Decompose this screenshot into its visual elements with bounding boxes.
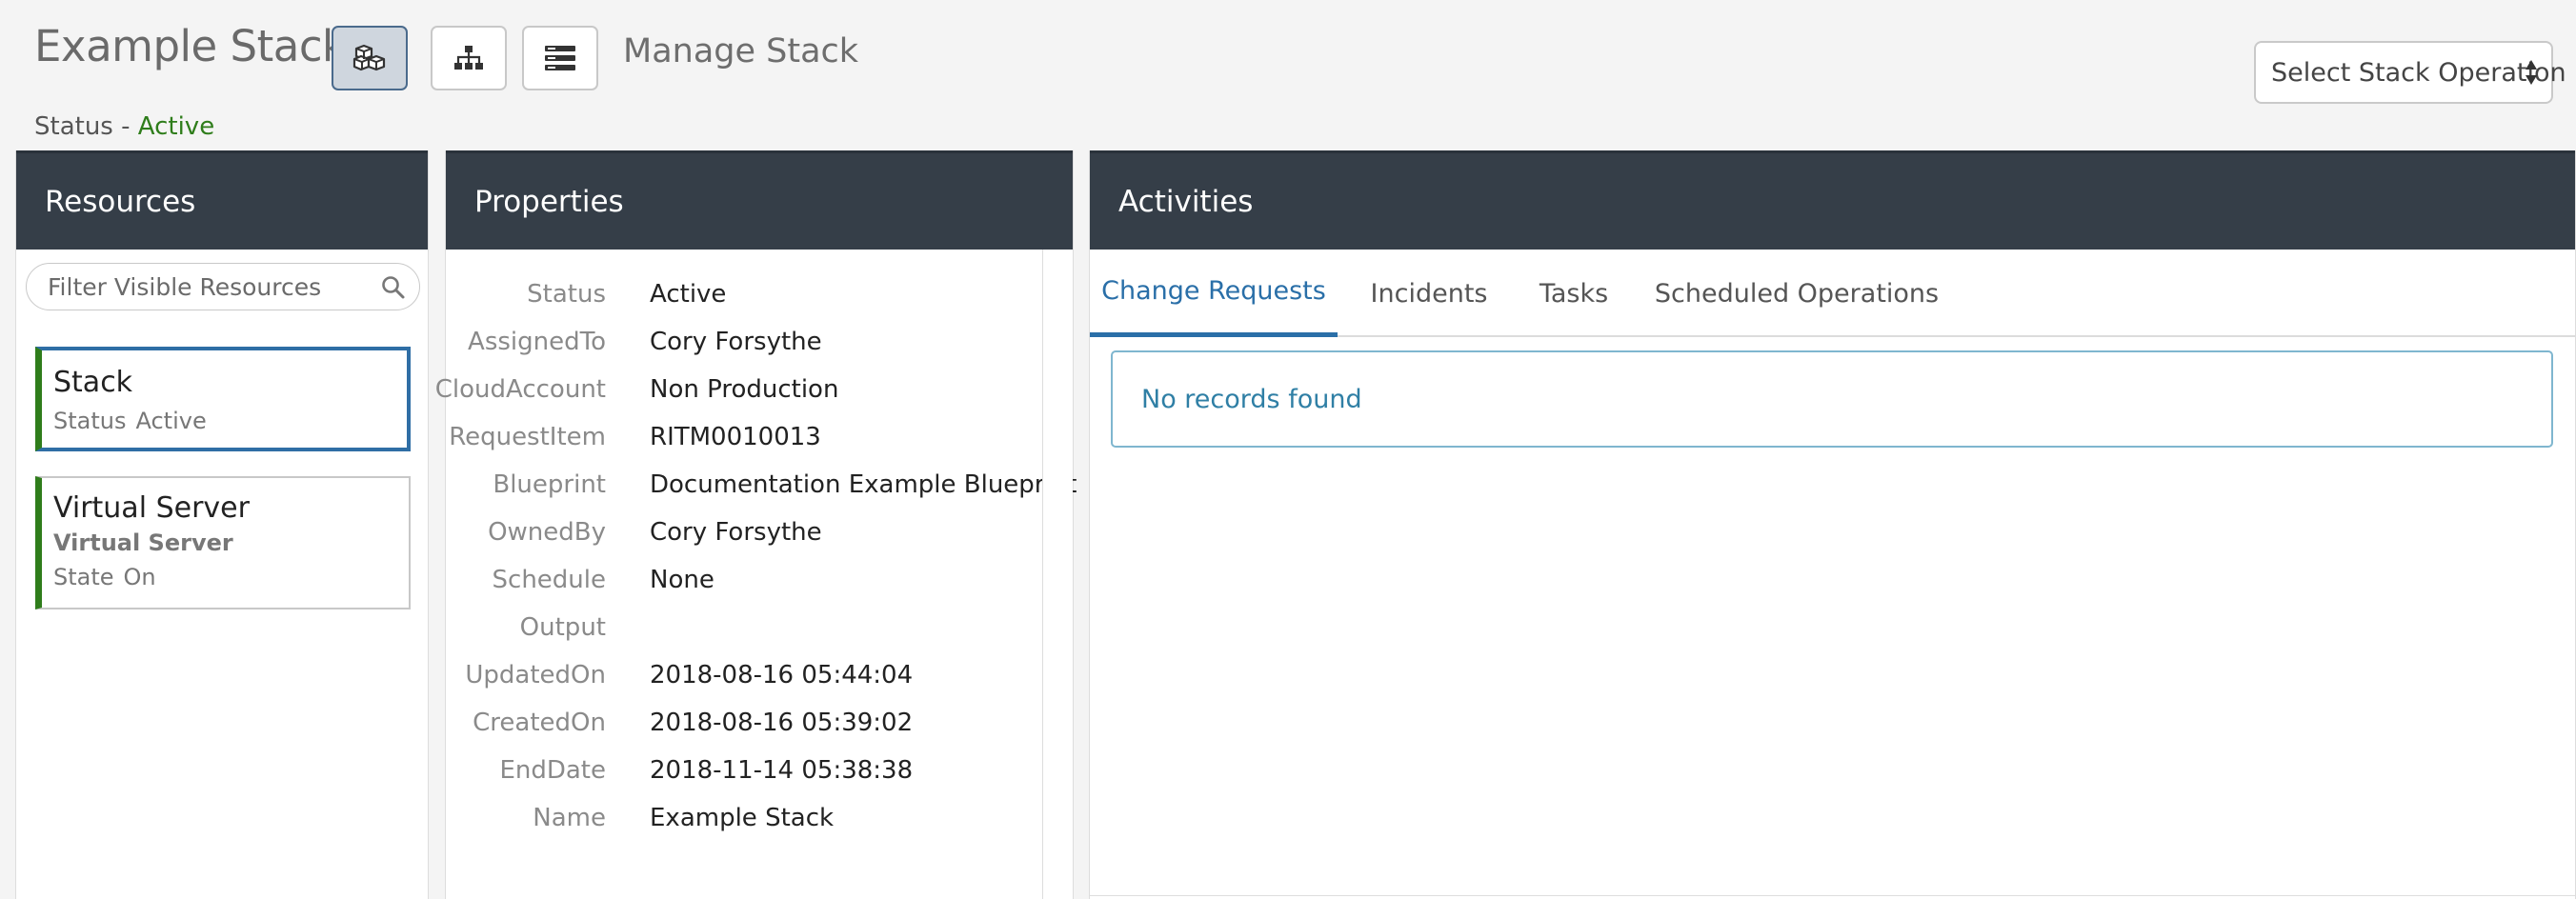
properties-panel-title: Properties [446, 150, 1073, 250]
tab-scheduled-operations[interactable]: Scheduled Operations [1644, 250, 1949, 337]
resource-card-virtual-server[interactable]: Virtual Server Virtual Server State On [35, 476, 411, 609]
list-icon [545, 46, 575, 70]
activities-tabs: Change Requests Incidents Tasks Schedule… [1090, 250, 2575, 337]
property-row-output: Output [446, 613, 1056, 661]
stack-operation-select[interactable]: Select Stack Operation [2254, 41, 2566, 104]
activities-panel-title: Activities [1090, 150, 2575, 250]
property-row-status: Status Active [446, 280, 1056, 328]
property-value: Documentation Example Blueprint [650, 470, 1077, 499]
property-value: None [650, 566, 714, 594]
resource-meta-value: Active [135, 408, 207, 434]
property-row-createdon: CreatedOn 2018-08-16 05:39:02 [446, 709, 1056, 756]
property-row-blueprint: Blueprint Documentation Example Blueprint [446, 470, 1077, 518]
property-value: Non Production [650, 375, 839, 404]
page-header: Example Stack Manage Stack Status - Acti… [0, 0, 2576, 150]
property-value: 2018-08-16 05:44:04 [650, 661, 914, 689]
property-row-name: Name Example Stack [446, 804, 1056, 851]
properties-panel: Properties Status Active AssignedTo Cory F… [435, 150, 1077, 899]
property-key: OwnedBy [488, 518, 606, 547]
stack-operation-select-label: Select Stack Operation [2271, 57, 2566, 88]
activities-bottom-border [1090, 895, 2575, 899]
property-row-schedule: Schedule None [446, 566, 1056, 613]
hierarchy-icon [454, 46, 483, 70]
resources-view-button[interactable] [332, 26, 408, 90]
property-key: Name [533, 804, 606, 832]
property-key: EndDate [499, 756, 606, 785]
property-key: Output [519, 613, 606, 642]
resource-status: Status Active [53, 408, 207, 434]
property-key: RequestItem [449, 423, 606, 451]
no-records-message: No records found [1111, 350, 2553, 448]
filter-resources-input[interactable] [48, 272, 362, 301]
resource-meta-value: On [123, 564, 156, 590]
list-view-button[interactable] [522, 26, 598, 90]
property-value: Active [650, 280, 727, 309]
property-key: Schedule [492, 566, 606, 594]
property-row-requestitem: RequestItem RITM0010013 [446, 423, 1056, 470]
resource-name: Virtual Server [53, 491, 250, 525]
stack-status: Status - Active [34, 112, 214, 141]
resource-meta-key: Status [53, 408, 127, 434]
property-value: 2018-11-14 05:38:38 [650, 756, 914, 785]
status-label: Status - [34, 112, 138, 141]
property-value: Example Stack [650, 804, 835, 832]
property-row-enddate: EndDate 2018-11-14 05:38:38 [446, 756, 1056, 804]
boxes-icon [352, 44, 387, 72]
property-row-cloudaccount: CloudAccount Non Production [435, 375, 1056, 423]
resources-panel: Resources Stack Status Active Virtual Ser… [15, 150, 429, 899]
tab-incidents[interactable]: Incidents [1353, 250, 1505, 337]
resource-card-stack[interactable]: Stack Status Active [35, 347, 411, 451]
property-key: Blueprint [493, 470, 606, 499]
tab-tasks[interactable]: Tasks [1517, 250, 1631, 337]
filter-resources-field[interactable] [26, 263, 420, 310]
hierarchy-view-button[interactable] [431, 26, 507, 90]
properties-list: Status Active AssignedTo Cory Forsythe Clo… [435, 250, 1077, 899]
resource-meta-key: State [53, 564, 114, 590]
property-value: 2018-08-16 05:39:02 [650, 709, 914, 737]
resources-panel-title: Resources [16, 150, 428, 250]
select-arrows-icon [2525, 58, 2538, 87]
property-key: Status [527, 280, 606, 309]
resource-type: Virtual Server [53, 529, 233, 556]
property-row-ownedby: OwnedBy Cory Forsythe [446, 518, 1056, 566]
manage-stack-label: Manage Stack [623, 32, 859, 70]
resource-state: State On [53, 564, 156, 590]
property-key: CreatedOn [473, 709, 606, 737]
property-value: Cory Forsythe [650, 328, 822, 356]
property-value: Cory Forsythe [650, 518, 822, 547]
activities-panel: Activities Change Requests Incidents Tas… [1089, 150, 2576, 899]
properties-scrollbar[interactable] [1042, 250, 1073, 899]
resource-name: Stack [53, 366, 133, 399]
search-icon[interactable] [381, 275, 406, 306]
property-value: RITM0010013 [650, 423, 821, 451]
status-value: Active [137, 112, 215, 141]
property-row-assignedto: AssignedTo Cory Forsythe [446, 328, 1056, 375]
tab-change-requests[interactable]: Change Requests [1090, 250, 1338, 337]
page-title: Example Stack [34, 21, 347, 71]
property-key: UpdatedOn [465, 661, 606, 689]
property-row-updatedon: UpdatedOn 2018-08-16 05:44:04 [446, 661, 1056, 709]
property-key: CloudAccount [434, 375, 606, 404]
property-key: AssignedTo [468, 328, 606, 356]
